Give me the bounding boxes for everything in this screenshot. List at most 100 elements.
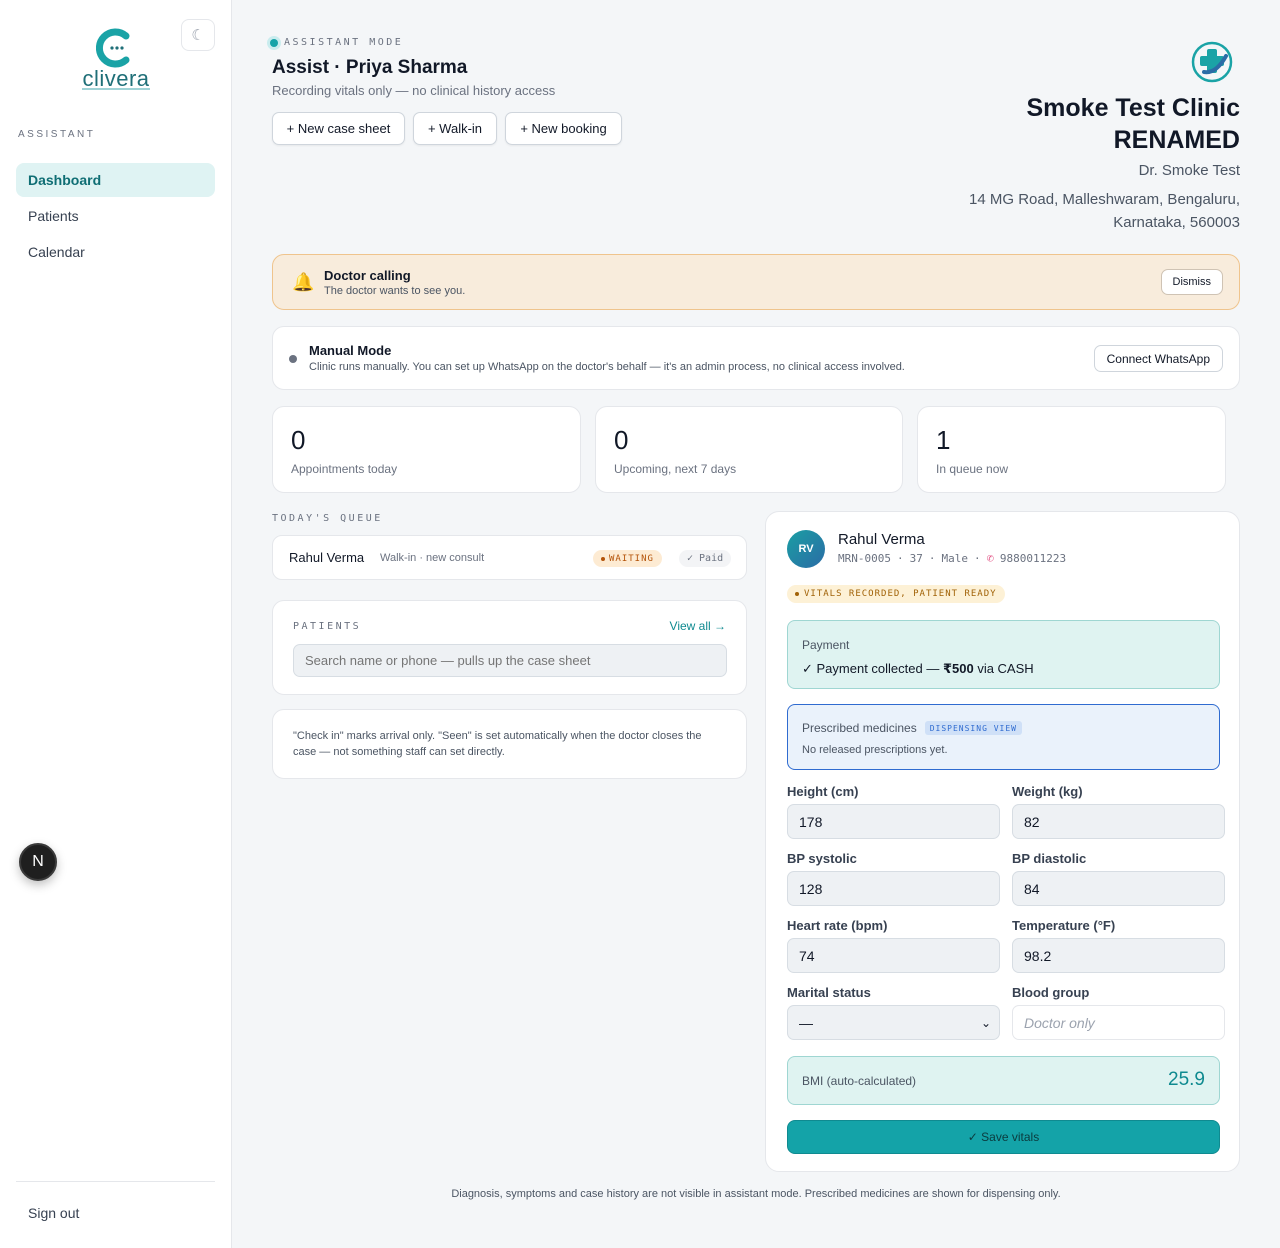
clinic-logo-icon (1191, 41, 1233, 83)
bmi-label: BMI (auto-calculated) (802, 1074, 917, 1088)
queue-visit-type: Walk-in · new consult (380, 552, 485, 564)
sign-out-link[interactable]: Sign out (28, 1205, 79, 1221)
bp-diastolic-label: BP diastolic (1012, 851, 1087, 866)
save-vitals-button[interactable]: ✓ Save vitals (787, 1120, 1220, 1154)
stat-value: 1 (936, 425, 951, 455)
bmi-box: BMI (auto-calculated) 25.9 (787, 1056, 1220, 1105)
stat-value: 0 (614, 425, 629, 455)
weight-label: Weight (kg) (1012, 784, 1083, 799)
vitals-status-badge: VITALS RECORDED, PATIENT READY (787, 585, 1005, 603)
bp-diastolic-input[interactable]: 84 (1012, 871, 1225, 906)
clinic-address-line2: Karnataka, 560003 (1113, 214, 1240, 231)
check-in-note: "Check in" marks arrival only. "Seen" is… (272, 709, 747, 779)
manual-mode-banner: Manual Mode Clinic runs manually. You ca… (272, 326, 1240, 390)
patient-search-input[interactable] (293, 644, 727, 677)
height-label: Height (cm) (787, 784, 859, 799)
marital-status-value: — (799, 1014, 813, 1031)
patients-card: PATIENTS View all → (272, 600, 747, 695)
height-input[interactable]: 178 (787, 804, 1000, 839)
sidebar-item-patients[interactable]: Patients (16, 199, 215, 233)
payment-amount: ₹500 (942, 661, 974, 676)
page-subtitle: Recording vitals only — no clinical hist… (272, 83, 556, 98)
manual-mode-title: Manual Mode (309, 343, 392, 358)
view-all-link[interactable]: View all → (670, 619, 726, 633)
queue-row[interactable]: Rahul Verma Walk-in · new consult WAITIN… (272, 535, 747, 580)
stat-upcoming: 0 Upcoming, next 7 days (595, 406, 903, 493)
sidebar-section-label: ASSISTANT (18, 129, 96, 140)
mode-status-dot (270, 38, 278, 47)
prescribed-medicines-header: Prescribed medicines DISPENSING VIEW (802, 721, 1022, 735)
heart-rate-input[interactable]: 74 (787, 938, 1000, 973)
stat-label: Appointments today (291, 462, 398, 476)
clinic-name-line2: RENAMED (1113, 126, 1240, 154)
new-booking-button[interactable]: + New booking (505, 112, 622, 145)
bmi-value: 25.9 (1168, 1069, 1205, 1090)
connect-whatsapp-button[interactable]: Connect WhatsApp (1093, 345, 1223, 372)
new-case-sheet-button[interactable]: + New case sheet (272, 112, 405, 145)
patient-panel: RV Rahul Verma MRN-0005 · 37 · Male · ✆ 988… (765, 511, 1240, 1172)
mode-tag-label: ASSISTANT MODE (284, 37, 404, 48)
stat-appointments-today: 0 Appointments today (272, 406, 581, 493)
marital-status-label: Marital status (787, 985, 871, 1000)
prescribed-medicines-label: Prescribed medicines (802, 721, 917, 735)
theme-toggle-button[interactable]: ☾ (181, 19, 215, 51)
patients-card-title: PATIENTS (293, 621, 362, 632)
doctor-calling-subtitle: The doctor wants to see you. (324, 285, 466, 297)
doctor-calling-title: Doctor calling (324, 268, 411, 283)
bell-icon: 🔔 (292, 272, 315, 292)
payment-value: ✓ Payment collected — ₹500 via CASH (802, 661, 1034, 677)
patient-meta: MRN-0005 · 37 · Male · ✆ 9880011223 (838, 551, 1067, 565)
stat-value: 0 (291, 425, 306, 455)
stat-label: Upcoming, next 7 days (614, 462, 737, 476)
footer-note: Diagnosis, symptoms and case history are… (451, 1188, 1061, 1200)
payment-badge: ✓ Paid (679, 550, 732, 567)
payment-method: via CASH (973, 661, 1034, 676)
prescribed-medicines-empty: No released prescriptions yet. (802, 744, 948, 756)
moon-icon: ☾ (191, 27, 205, 44)
patient-age: 37 (909, 551, 923, 565)
doctor-calling-banner: 🔔 Doctor calling The doctor wants to see… (272, 254, 1240, 310)
sidebar-item-dashboard[interactable]: Dashboard (16, 163, 215, 197)
avatar: RV (787, 530, 825, 568)
stat-label: In queue now (936, 462, 1009, 476)
blood-group-input[interactable]: Doctor only (1012, 1005, 1225, 1040)
patient-sex: Male (941, 551, 968, 565)
dismiss-button[interactable]: Dismiss (1160, 269, 1223, 295)
clivera-logo[interactable]: clivera (78, 28, 154, 96)
manual-mode-subtitle: Clinic runs manually. You can set up Wha… (309, 361, 905, 373)
temperature-input[interactable]: 98.2 (1012, 938, 1225, 973)
clinic-doctor: Dr. Smoke Test (1138, 162, 1240, 179)
bp-systolic-label: BP systolic (787, 851, 857, 866)
temperature-label: Temperature (°F) (1012, 918, 1116, 933)
phone-icon: ✆ (986, 551, 994, 565)
weight-input[interactable]: 82 (1012, 804, 1225, 839)
payment-box: Payment ✓ Payment collected — ₹500 via C… (787, 620, 1220, 689)
dev-tools-badge[interactable]: N (19, 843, 57, 881)
status-badge-waiting: WAITING (593, 550, 662, 567)
sidebar-item-calendar[interactable]: Calendar (16, 235, 215, 269)
bp-systolic-input[interactable]: 128 (787, 871, 1000, 906)
clinic-address: 14 MG Road, Malleshwaram, Bengaluru, Kar… (920, 188, 1240, 234)
prescribed-medicines-box: Prescribed medicines DISPENSING VIEW No … (787, 704, 1220, 770)
clinic-name: Smoke Test Clinic RENAMED (880, 92, 1241, 156)
heart-rate-label: Heart rate (bpm) (787, 918, 888, 933)
patient-mrn: MRN-0005 (838, 551, 891, 565)
logo-tagline (82, 88, 150, 90)
vitals-status-label: VITALS RECORDED, PATIENT READY (804, 589, 997, 599)
manual-mode-dot (289, 355, 297, 363)
sidebar-divider (16, 1181, 215, 1182)
patient-phone[interactable]: 9880011223 (1000, 552, 1066, 565)
clivera-logo-icon (96, 28, 130, 68)
clinic-address-line1: 14 MG Road, Malleshwaram, Bengaluru, (969, 191, 1240, 208)
marital-status-select[interactable]: — ⌄ (787, 1005, 1000, 1040)
page-title: Assist · Priya Sharma (272, 57, 468, 78)
patient-name: Rahul Verma (838, 531, 925, 548)
walk-in-button[interactable]: + Walk-in (413, 112, 497, 145)
queue-section-label: TODAY'S QUEUE (272, 513, 383, 524)
chevron-down-icon: ⌄ (980, 1015, 991, 1030)
payment-label: Payment (802, 638, 850, 652)
dispensing-view-tag: DISPENSING VIEW (924, 721, 1022, 735)
status-badge-label: WAITING (609, 553, 654, 564)
mode-tag: ASSISTANT MODE (270, 37, 403, 48)
queue-patient-name: Rahul Verma (289, 550, 365, 565)
